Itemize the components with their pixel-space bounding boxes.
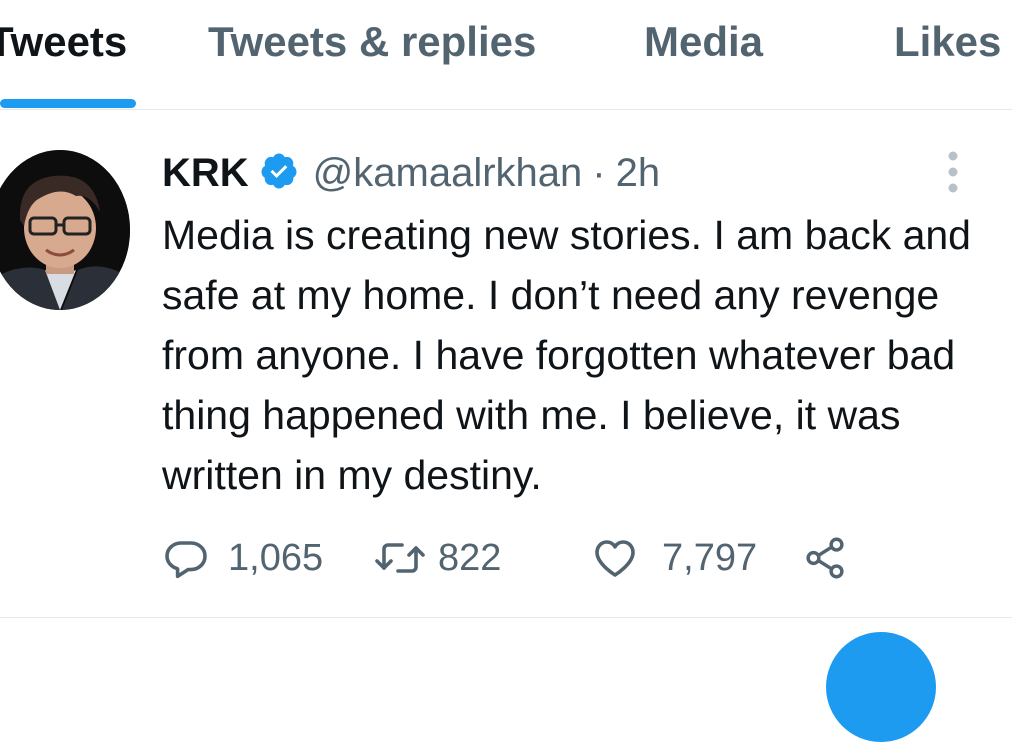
more-icon[interactable] [943, 150, 963, 194]
tab-media[interactable]: Media [644, 18, 763, 66]
retweet-count: 822 [438, 536, 502, 579]
retweet-button[interactable]: 822 [372, 530, 501, 586]
compose-tweet-button[interactable] [826, 632, 936, 742]
avatar[interactable] [0, 150, 130, 310]
tweet-timestamp[interactable]: 2h [616, 151, 661, 196]
tab-tweets[interactable]: Tweets [0, 18, 127, 66]
tweet-card[interactable]: KRK @kamaalrkhan · 2h Media is creating … [0, 110, 1012, 618]
share-icon [802, 535, 848, 581]
reply-count: 1,065 [228, 536, 324, 579]
like-icon [590, 534, 640, 582]
tab-likes[interactable]: Likes [894, 18, 1001, 66]
verified-badge-icon [249, 151, 313, 196]
author-name[interactable]: KRK [162, 151, 249, 196]
tab-tweets-and-replies[interactable]: Tweets & replies [208, 18, 536, 66]
active-tab-indicator [0, 99, 136, 108]
tweet-actions: 1,065 822 7,797 [162, 530, 862, 586]
share-button[interactable] [802, 530, 848, 586]
like-count: 7,797 [662, 536, 758, 579]
tweet-text: Media is creating new stories. I am back… [162, 212, 971, 498]
author-handle[interactable]: @kamaalrkhan [313, 151, 583, 196]
tweet-header: KRK @kamaalrkhan · 2h [162, 148, 660, 198]
reply-icon [162, 534, 210, 582]
profile-tabs: Tweets Tweets & replies Media Likes [0, 0, 1012, 110]
separator-dot: · [592, 150, 606, 195]
reply-button[interactable]: 1,065 [162, 530, 323, 586]
retweet-icon [372, 534, 428, 582]
like-button[interactable]: 7,797 [590, 530, 757, 586]
